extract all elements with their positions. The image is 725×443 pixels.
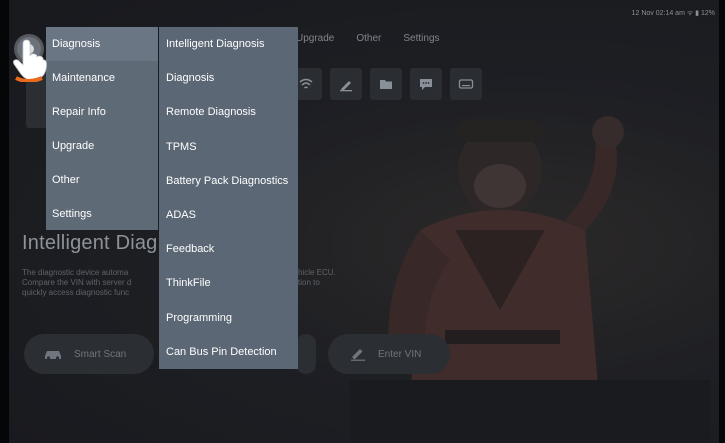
menu-item-maintenance[interactable]: Maintenance [46,61,158,95]
screen-bezel-right [719,0,725,443]
submenu-item-tpms[interactable]: TPMS [159,130,298,164]
main-menu: Diagnosis Maintenance Repair Info Upgrad… [46,27,158,230]
menu-item-repair-info[interactable]: Repair Info [46,95,158,129]
submenu-item-adas[interactable]: ADAS [159,198,298,232]
submenu-item-can-bus-pin-detection[interactable]: Can Bus Pin Detection [159,335,298,369]
edit-tool-button[interactable] [330,68,362,100]
screen-bezel-left [0,0,9,443]
middle-pill-edge[interactable] [296,334,316,374]
top-nav-other[interactable]: Other [356,33,381,44]
smart-scan-button[interactable]: Smart Scan [24,334,154,374]
menu-item-upgrade[interactable]: Upgrade [46,129,158,163]
toolbar [290,68,482,100]
pencil-icon [351,349,365,361]
pencil-icon [340,81,352,92]
submenu-item-thinkfile[interactable]: ThinkFile [159,266,298,300]
wifi-icon [299,78,313,89]
smart-scan-label: Smart Scan [74,348,127,360]
enter-vin-button[interactable]: Enter VIN [328,334,450,374]
pointer-hand-icon [13,39,47,82]
submenu-item-battery-pack-diagnostics[interactable]: Battery Pack Diagnostics [159,164,298,198]
menu-item-settings[interactable]: Settings [46,197,158,231]
hero-description: The diagnostic device automa Compare the… [22,268,132,297]
diagnosis-submenu: Intelligent Diagnosis Diagnosis Remote D… [159,27,298,369]
chat-icon [420,79,432,90]
menu-item-diagnosis[interactable]: Diagnosis [46,27,158,61]
top-nav-upgrade[interactable]: Upgrade [296,33,334,44]
folder-icon [380,80,392,89]
hero-title: Intelligent Diag [22,232,158,254]
submenu-item-programming[interactable]: Programming [159,301,298,335]
keyboard-icon [458,79,474,89]
car-icon [45,351,61,360]
enter-vin-label: Enter VIN [378,348,422,360]
submenu-item-diagnosis[interactable]: Diagnosis [159,61,298,95]
status-bar: 12 Nov 02:14 am ᯤ ▮ 12% [631,10,715,17]
menu-item-other[interactable]: Other [46,163,158,197]
submenu-item-remote-diagnosis[interactable]: Remote Diagnosis [159,95,298,129]
keyboard-tool-button[interactable] [450,68,482,100]
top-nav-settings[interactable]: Settings [403,33,439,44]
submenu-item-feedback[interactable]: Feedback [159,232,298,266]
folder-tool-button[interactable] [370,68,402,100]
chat-tool-button[interactable] [410,68,442,100]
hero-description-right: hicle ECU. tion to [298,268,336,287]
screen: 12 Nov 02:14 am ᯤ ▮ 12% Upgrade Other Se… [0,0,725,443]
submenu-item-intelligent-diagnosis[interactable]: Intelligent Diagnosis [159,27,298,61]
top-nav: Upgrade Other Settings [296,33,440,44]
